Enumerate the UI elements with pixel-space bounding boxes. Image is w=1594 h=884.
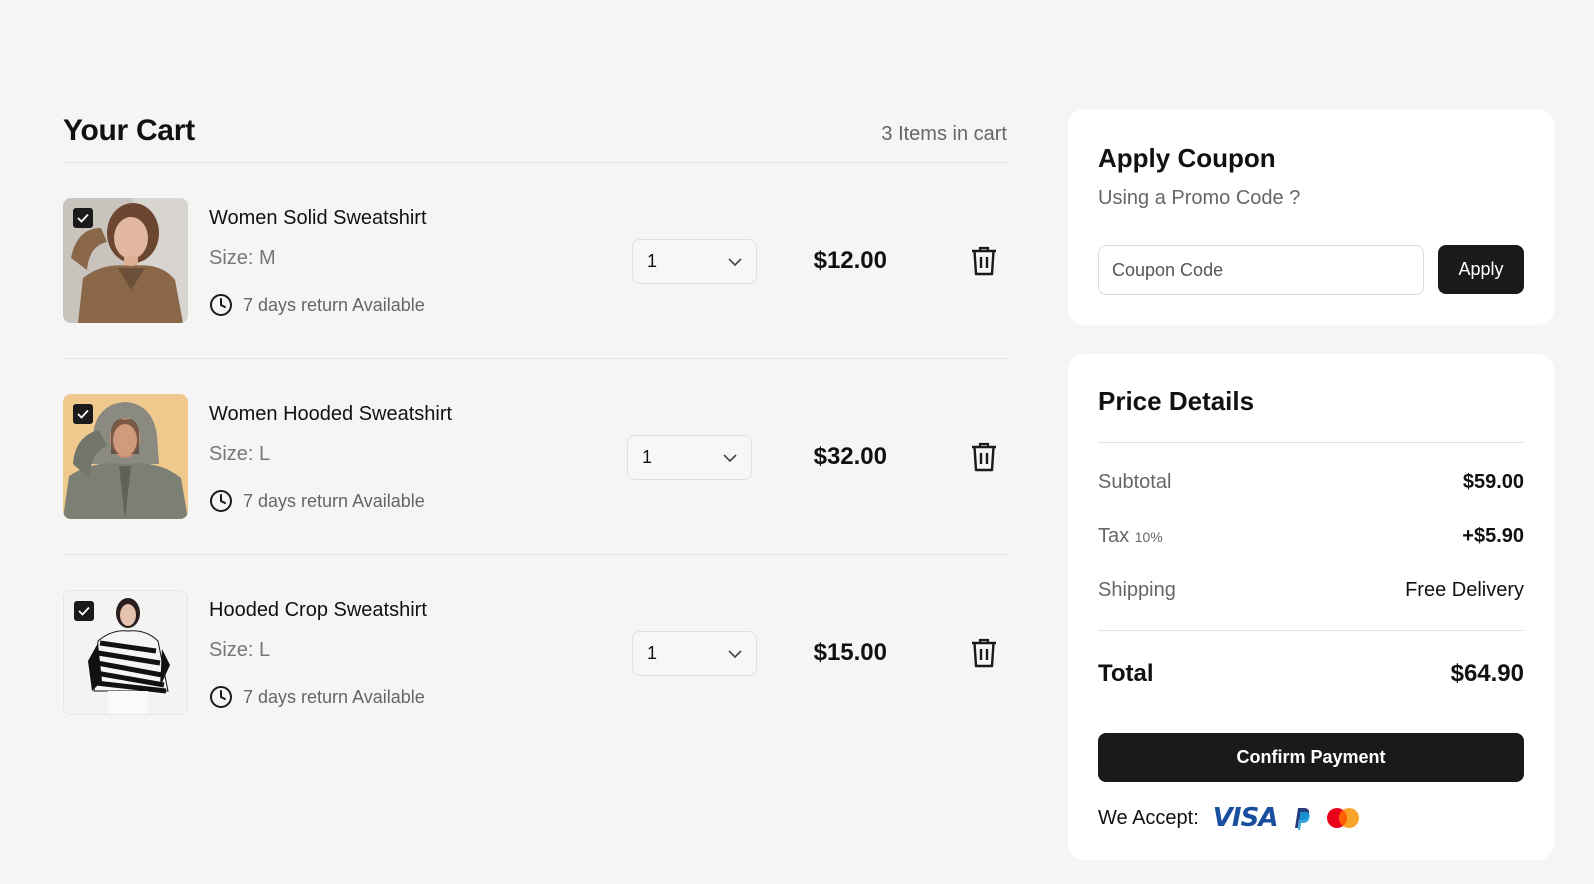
return-policy-text: 7 days return Available: [243, 490, 425, 511]
product-price: $32.00: [813, 443, 887, 470]
clock-icon: [210, 490, 232, 512]
shipping-label: Shipping: [1098, 579, 1176, 601]
coupon-subtitle: Using a Promo Code ?: [1098, 187, 1301, 209]
visa-logo: VISA: [1212, 803, 1279, 833]
quantity-select[interactable]: 1: [632, 631, 757, 676]
quantity-value: 1: [647, 643, 658, 663]
return-policy: 7 days return Available: [209, 293, 425, 317]
item-select-checkbox[interactable]: [73, 404, 93, 424]
trash-icon: [972, 442, 996, 472]
check-icon: [77, 409, 89, 419]
subtotal-row: Subtotal $59.00: [1098, 471, 1524, 494]
return-policy-text: 7 days return Available: [243, 294, 425, 315]
chevron-down-icon: [728, 257, 742, 266]
clock-icon: [210, 294, 232, 316]
apply-coupon-button[interactable]: Apply: [1438, 245, 1524, 294]
mastercard-icon: [1327, 808, 1360, 828]
total-value: $64.90: [1450, 660, 1524, 687]
tax-label: Tax: [1098, 525, 1130, 547]
item-select-checkbox[interactable]: [74, 601, 94, 621]
quantity-select[interactable]: 1: [627, 435, 752, 480]
product-image: [63, 590, 188, 715]
clock-icon: [210, 686, 232, 708]
return-policy: 7 days return Available: [209, 685, 425, 709]
accepted-payments: We Accept: VISA: [1098, 803, 1361, 833]
chevron-down-icon: [728, 649, 742, 658]
product-size: Size: M: [209, 247, 276, 269]
delete-item-button[interactable]: [971, 442, 997, 477]
product-image: [63, 394, 188, 519]
product-image: [63, 198, 188, 323]
item-select-checkbox[interactable]: [73, 208, 93, 228]
tax-rate: 10%: [1134, 529, 1163, 545]
subtotal-label: Subtotal: [1098, 471, 1172, 493]
total-row: Total $64.90: [1098, 660, 1524, 688]
coupon-title: Apply Coupon: [1098, 143, 1276, 173]
delete-item-button[interactable]: [971, 638, 997, 673]
product-price: $15.00: [813, 639, 887, 666]
product-size: Size: L: [209, 443, 271, 465]
confirm-payment-button[interactable]: Confirm Payment: [1098, 733, 1524, 782]
cart-section: Your Cart 3 Items in cart Women Solid Sw…: [63, 108, 1007, 751]
return-policy-text: 7 days return Available: [243, 686, 425, 707]
product-size: Size: L: [209, 639, 271, 661]
tax-value: +$5.90: [1462, 525, 1524, 547]
cart-item: Women Hooded Sweatshirt Size: L 7 days r…: [63, 359, 1007, 555]
return-policy: 7 days return Available: [209, 489, 425, 513]
cart-item: Women Solid Sweatshirt Size: M 7 days re…: [63, 163, 1007, 359]
divider: [1098, 630, 1524, 631]
cart-item: Hooded Crop Sweatshirt Size: L 7 days re…: [63, 555, 1007, 751]
shipping-row: Shipping Free Delivery: [1098, 579, 1524, 602]
delete-item-button[interactable]: [971, 246, 997, 281]
trash-icon: [972, 246, 996, 276]
trash-icon: [972, 638, 996, 668]
quantity-value: 1: [642, 447, 653, 467]
product-name: Women Hooded Sweatshirt: [209, 403, 453, 425]
cart-header: Your Cart 3 Items in cart: [63, 108, 1007, 163]
shipping-value: Free Delivery: [1405, 579, 1524, 601]
coupon-panel: Apply Coupon Using a Promo Code ? Apply: [1068, 109, 1554, 325]
product-name: Hooded Crop Sweatshirt: [209, 599, 427, 621]
cart-item-count: 3 Items in cart: [881, 123, 1007, 145]
coupon-code-input[interactable]: [1098, 245, 1424, 295]
price-details-title: Price Details: [1098, 386, 1255, 416]
paypal-icon: [1295, 808, 1311, 830]
tax-row: Tax 10% +$5.90: [1098, 525, 1524, 548]
product-price: $12.00: [813, 247, 887, 274]
page-title: Your Cart: [63, 114, 195, 147]
total-label: Total: [1098, 660, 1154, 687]
price-details-panel: Price Details Subtotal $59.00 Tax 10% +$…: [1068, 354, 1554, 860]
divider: [1098, 442, 1524, 443]
check-icon: [78, 606, 90, 616]
check-icon: [77, 213, 89, 223]
tax-label-group: Tax 10%: [1098, 525, 1163, 548]
accept-label: We Accept:: [1098, 806, 1199, 829]
quantity-select[interactable]: 1: [632, 239, 757, 284]
quantity-value: 1: [647, 251, 658, 271]
product-name: Women Solid Sweatshirt: [209, 207, 427, 229]
chevron-down-icon: [723, 453, 737, 462]
subtotal-value: $59.00: [1462, 471, 1524, 493]
